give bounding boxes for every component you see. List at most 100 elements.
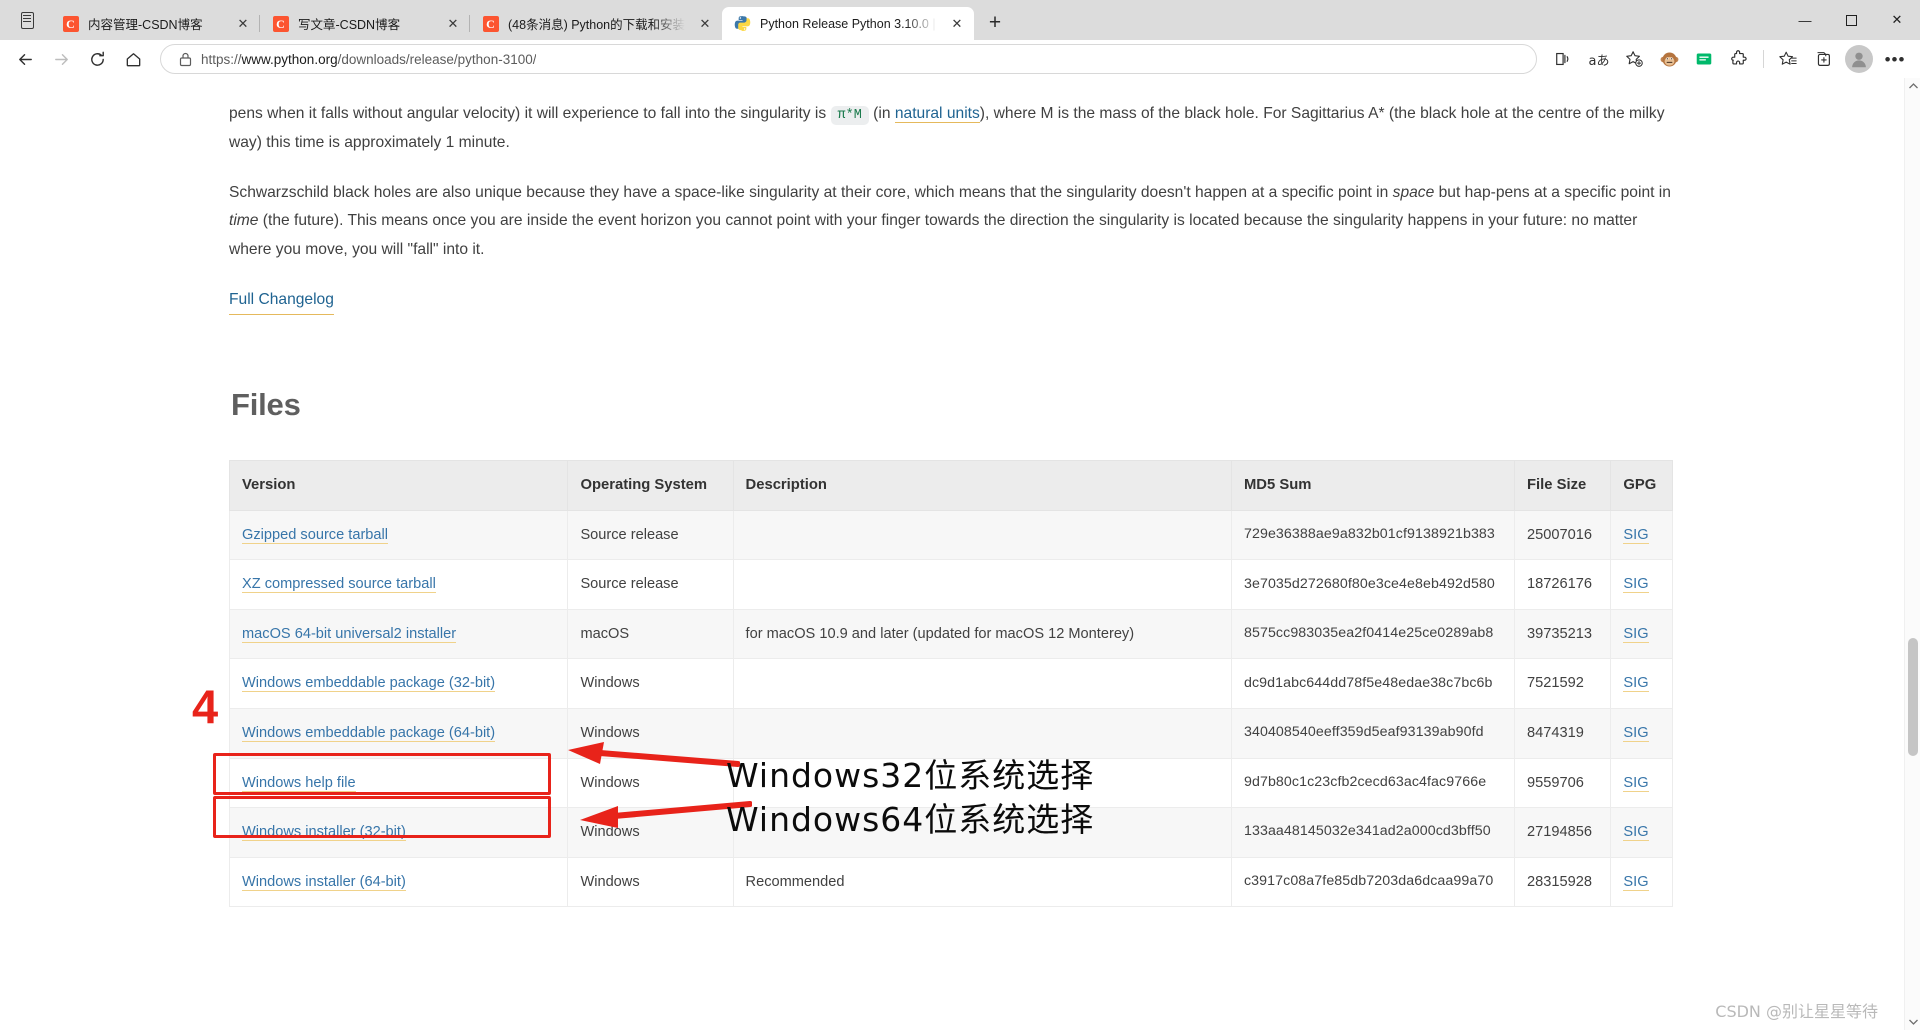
- profile-button[interactable]: [1845, 45, 1873, 73]
- table-header-row: Version Operating System Description MD5…: [228, 459, 1673, 511]
- profile-avatar-icon: [1852, 52, 1866, 68]
- tab-title: Python Release Python 3.10.0 | P: [760, 16, 937, 31]
- browser-tab-2[interactable]: C 写文章-CSDN博客 ✕: [259, 7, 470, 40]
- cell-os: Source release: [567, 509, 734, 561]
- add-favorite-button[interactable]: [1617, 44, 1651, 74]
- monkey-extension-button[interactable]: [1652, 44, 1686, 74]
- csdn-favicon-icon: C: [272, 15, 289, 32]
- refresh-icon: [90, 51, 104, 66]
- tab-list-button[interactable]: [4, 0, 50, 40]
- page-content: pens when it falls without angular veloc…: [228, 78, 1681, 908]
- paragraph-text-6: (the future). This means once you are in…: [229, 212, 1638, 258]
- csdn-favicon-letter: C: [272, 15, 289, 32]
- cell-gpg: SIG: [1610, 658, 1673, 709]
- browser-toolbar: https://www.python.org/downloads/release…: [0, 40, 1920, 78]
- url-path: /downloads/release/python-3100/: [337, 51, 537, 67]
- collections-button[interactable]: [1806, 44, 1840, 74]
- file-link-gzipped-source-tarball[interactable]: Gzipped source tarball: [242, 526, 389, 544]
- green-extension-button[interactable]: [1687, 44, 1721, 74]
- tab-title: (48条消息) Python的下载和安装: [508, 18, 685, 32]
- table-row: Gzipped source tarball Source release 72…: [228, 509, 1673, 561]
- table-row: Windows embeddable package (64-bit) Wind…: [228, 707, 1673, 759]
- sig-link[interactable]: SIG: [1623, 774, 1649, 792]
- browser-tab-1[interactable]: C 内容管理-CSDN博客 ✕: [50, 7, 260, 40]
- cell-gpg: SIG: [1610, 608, 1673, 660]
- new-tab-button[interactable]: +: [978, 8, 1012, 38]
- table-row: Windows installer (64-bit) Windows Recom…: [228, 856, 1673, 908]
- tab-title: 写文章-CSDN博客: [298, 18, 401, 32]
- paragraph-text-2: (in: [868, 105, 895, 122]
- cell-md5: 8575cc983035ea2f0414e25ce0289ab8: [1230, 608, 1516, 660]
- cell-filesize: 8474319: [1514, 707, 1612, 759]
- tab-close-icon[interactable]: ✕: [232, 13, 254, 35]
- cell-filesize: 27194856: [1514, 807, 1612, 858]
- cell-description: [732, 707, 1232, 759]
- address-bar[interactable]: https://www.python.org/downloads/release…: [160, 44, 1537, 74]
- cell-version: macOS 64-bit universal2 installer: [228, 608, 569, 660]
- full-changelog-link[interactable]: Full Changelog: [229, 286, 334, 316]
- vertical-scrollbar[interactable]: [1904, 78, 1920, 1030]
- file-link-windows-installer-32bit[interactable]: Windows installer (32-bit): [242, 824, 406, 842]
- reload-button[interactable]: [80, 44, 114, 74]
- annotation-step-number: 4: [192, 680, 219, 733]
- note-extension-icon: [1696, 53, 1712, 65]
- address-bar-url: https://www.python.org/downloads/release…: [195, 52, 536, 67]
- close-window-button[interactable]: ✕: [1874, 0, 1920, 40]
- tab-close-icon[interactable]: ✕: [442, 13, 464, 35]
- column-header-version: Version: [228, 459, 569, 511]
- paragraph-schwarzschild: Schwarzschild black holes are also uniqu…: [229, 179, 1681, 264]
- browser-tab-3[interactable]: C (48条消息) Python的下载和安装 ✕: [469, 7, 722, 40]
- settings-and-more-button[interactable]: •••: [1878, 44, 1912, 74]
- translate-button[interactable]: aあ: [1582, 44, 1616, 74]
- inline-code-pi-m: π*M: [830, 106, 869, 125]
- browser-tab-4-active[interactable]: Python Release Python 3.10.0 | P ✕: [722, 7, 974, 40]
- cell-description: [732, 658, 1232, 709]
- cell-description: Recommended: [732, 856, 1232, 908]
- column-header-description: Description: [732, 459, 1232, 511]
- file-link-windows-installer-64bit[interactable]: Windows installer (64-bit): [242, 873, 406, 891]
- file-link-macos-universal2-installer[interactable]: macOS 64-bit universal2 installer: [242, 625, 457, 643]
- browser-window: C 内容管理-CSDN博客 ✕ C 写文章-CSDN博客 ✕ C (48条消息)…: [0, 0, 1920, 1030]
- file-link-windows-help-file[interactable]: Windows help file: [242, 774, 356, 792]
- sig-link[interactable]: SIG: [1623, 824, 1649, 842]
- tab-strip: C 内容管理-CSDN博客 ✕ C 写文章-CSDN博客 ✕ C (48条消息)…: [0, 0, 1920, 40]
- file-link-windows-embeddable-64bit[interactable]: Windows embeddable package (64-bit): [242, 724, 496, 742]
- scroll-up-arrow-icon[interactable]: [1905, 78, 1920, 94]
- file-link-windows-embeddable-32bit[interactable]: Windows embeddable package (32-bit): [242, 675, 496, 693]
- table-row: Windows help file Windows 9d7b80c1c23cfb…: [228, 757, 1673, 809]
- extensions-button[interactable]: [1722, 44, 1756, 74]
- minimize-button[interactable]: —: [1782, 0, 1828, 40]
- cell-gpg: SIG: [1610, 707, 1673, 759]
- sig-link[interactable]: SIG: [1623, 576, 1649, 594]
- url-host: www.python.org: [241, 51, 338, 67]
- file-link-xz-source-tarball[interactable]: XZ compressed source tarball: [242, 576, 436, 594]
- home-button[interactable]: [116, 44, 150, 74]
- tab-close-icon[interactable]: ✕: [946, 13, 968, 35]
- maximize-button[interactable]: [1828, 0, 1874, 40]
- tab-close-icon[interactable]: ✕: [694, 13, 716, 35]
- csdn-favicon-letter: C: [482, 15, 499, 32]
- column-header-filesize: File Size: [1514, 459, 1612, 511]
- sig-link[interactable]: SIG: [1623, 625, 1649, 643]
- sig-link[interactable]: SIG: [1623, 526, 1649, 544]
- back-button[interactable]: [8, 44, 42, 74]
- cell-md5: 9d7b80c1c23cfb2cecd63ac4fac9766e: [1230, 757, 1516, 809]
- files-table: Version Operating System Description MD5…: [228, 459, 1673, 908]
- scroll-down-arrow-icon[interactable]: [1905, 1014, 1920, 1030]
- read-aloud-button[interactable]: [1547, 44, 1581, 74]
- table-row: Windows installer (32-bit) Windows 133aa…: [228, 807, 1673, 858]
- forward-button[interactable]: [44, 44, 78, 74]
- files-heading: Files: [231, 387, 301, 423]
- sig-link[interactable]: SIG: [1623, 873, 1649, 891]
- sig-link[interactable]: SIG: [1623, 724, 1649, 742]
- sig-link[interactable]: SIG: [1623, 675, 1649, 693]
- scrollbar-thumb[interactable]: [1908, 638, 1918, 756]
- column-header-md5: MD5 Sum: [1230, 459, 1516, 511]
- cell-description: [732, 509, 1232, 561]
- home-icon: [126, 52, 140, 66]
- favorites-button[interactable]: [1771, 44, 1805, 74]
- natural-units-link[interactable]: natural units: [894, 105, 980, 123]
- cell-md5: 3e7035d272680f80e3ce4e8eb492d580: [1230, 559, 1516, 610]
- toolbar-separator: [1763, 50, 1764, 68]
- files-table-body: Gzipped source tarball Source release 72…: [228, 509, 1673, 908]
